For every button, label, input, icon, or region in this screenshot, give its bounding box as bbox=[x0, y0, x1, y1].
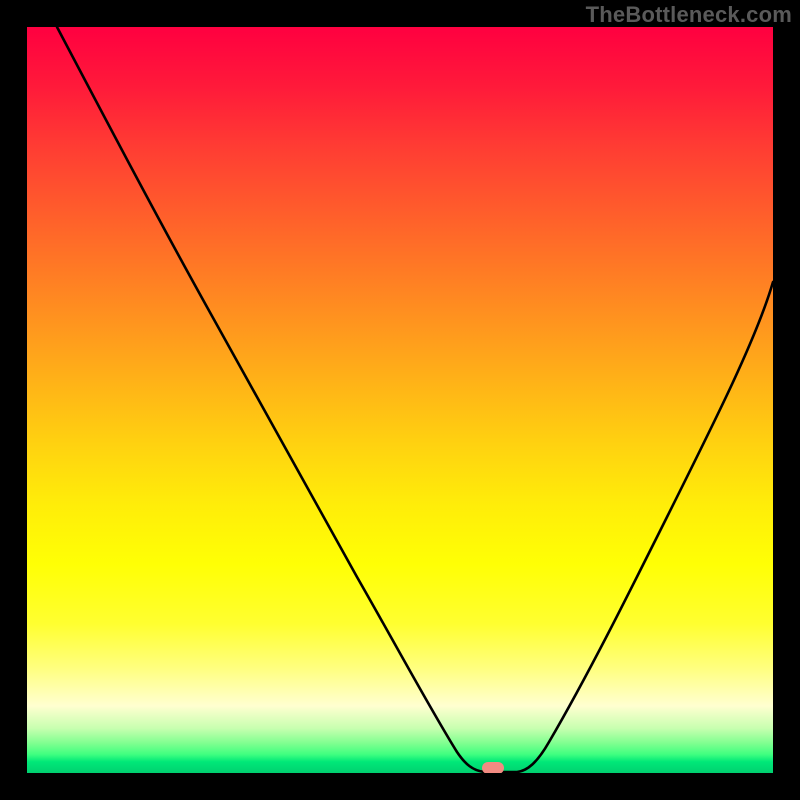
bottleneck-curve bbox=[27, 27, 773, 773]
watermark-text: TheBottleneck.com bbox=[586, 2, 792, 28]
plot-area bbox=[27, 27, 773, 773]
optimal-marker bbox=[482, 762, 504, 773]
chart-frame: TheBottleneck.com bbox=[0, 0, 800, 800]
curve-path bbox=[57, 27, 773, 772]
